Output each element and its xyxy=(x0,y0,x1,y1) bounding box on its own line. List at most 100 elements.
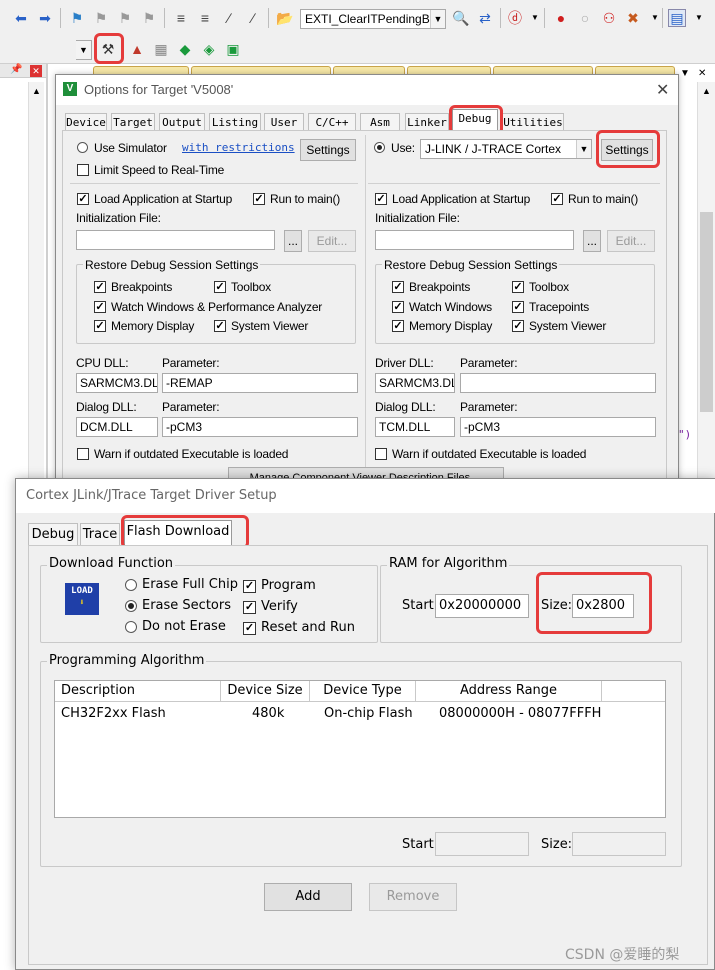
column-device-size[interactable]: Device Size xyxy=(221,681,310,701)
tab-cc[interactable]: C/C++ xyxy=(308,113,356,131)
add-button[interactable]: Add xyxy=(264,883,352,911)
erase-sectors-radio[interactable] xyxy=(125,600,137,612)
table-row[interactable]: CH32F2xx Flash 480k On-chip Flash 080000… xyxy=(55,703,665,723)
column-description[interactable]: Description xyxy=(55,681,221,701)
forward-arrow-icon[interactable]: ➡ xyxy=(36,9,54,27)
algo-start-input[interactable] xyxy=(435,832,529,856)
driver-dll-input[interactable]: SARMCM3.DLL xyxy=(375,373,455,393)
indent-icon[interactable]: ≡ xyxy=(172,9,190,27)
init-file-input[interactable] xyxy=(76,230,275,250)
find-icon[interactable]: 🔍 xyxy=(452,9,470,27)
with-restrictions-link[interactable]: with restrictions xyxy=(182,141,295,154)
init-file-input-right[interactable] xyxy=(375,230,574,250)
reset-and-run-checkbox[interactable]: ✓ xyxy=(243,622,256,635)
browse-button[interactable]: ... xyxy=(284,230,302,252)
tab-utilities[interactable]: Utilities xyxy=(502,113,564,131)
edit-button-right[interactable]: Edit... xyxy=(607,230,655,252)
tab-target[interactable]: Target xyxy=(111,113,155,131)
do-not-erase-radio[interactable] xyxy=(125,621,137,633)
find-in-files-icon[interactable]: ⇄ xyxy=(476,9,494,27)
project-scrollbar[interactable]: ▲ xyxy=(28,82,44,482)
manage-project-icon[interactable]: ▲ xyxy=(128,40,146,58)
use-driver-radio[interactable] xyxy=(374,142,385,153)
tab-jlink-debug[interactable]: Debug xyxy=(28,523,78,545)
dialog-dll-input[interactable]: DCM.DLL xyxy=(76,417,158,437)
column-device-type[interactable]: Device Type xyxy=(310,681,416,701)
algo-size-input[interactable] xyxy=(572,832,666,856)
tracepoints-checkbox[interactable]: ✓ xyxy=(512,301,524,313)
run-to-main-checkbox[interactable]: ✓ xyxy=(253,193,265,205)
toolbox-checkbox-right[interactable]: ✓ xyxy=(512,281,524,293)
pin-icon[interactable]: 📌 xyxy=(10,64,22,75)
debug-driver-select[interactable]: J-LINK / J-TRACE Cortex ▼ xyxy=(420,139,592,159)
driver-param-input[interactable] xyxy=(460,373,656,393)
breakpoints-checkbox[interactable]: ✓ xyxy=(94,281,106,293)
window-icon[interactable]: ▤ xyxy=(668,9,686,27)
breakpoints-checkbox-right[interactable]: ✓ xyxy=(392,281,404,293)
use-simulator-radio[interactable] xyxy=(77,142,88,153)
watch-windows-checkbox-right[interactable]: ✓ xyxy=(392,301,404,313)
bookmark-clear-icon[interactable]: ⚑ xyxy=(140,9,158,27)
browse-button-right[interactable]: ... xyxy=(583,230,601,252)
tab-user[interactable]: User xyxy=(264,113,304,131)
bookmark-next-icon[interactable]: ⚑ xyxy=(116,9,134,27)
scroll-up-icon[interactable]: ▲ xyxy=(702,86,711,96)
close-icon[interactable]: ✕ xyxy=(698,68,706,79)
watch-windows-checkbox[interactable]: ✓ xyxy=(94,301,106,313)
back-arrow-icon[interactable]: ⬅ xyxy=(12,9,30,27)
program-checkbox[interactable]: ✓ xyxy=(243,580,256,593)
cpu-param-input[interactable]: -REMAP xyxy=(162,373,358,393)
system-viewer-checkbox[interactable]: ✓ xyxy=(214,320,226,332)
select-packs-icon[interactable]: ▣ xyxy=(224,40,242,58)
chevron-down-icon[interactable]: ▼ xyxy=(690,9,708,27)
tab-listing[interactable]: Listing xyxy=(209,113,261,131)
dialog-param-input-right[interactable]: -pCM3 xyxy=(460,417,656,437)
warn-outdated-checkbox-right[interactable] xyxy=(375,448,387,460)
erase-full-chip-radio[interactable] xyxy=(125,579,137,591)
scroll-up-icon[interactable]: ▲ xyxy=(32,86,41,96)
target-function-combo[interactable]: EXTI_ClearITPendingBit ▼ xyxy=(300,9,446,29)
memory-display-checkbox[interactable]: ✓ xyxy=(94,320,106,332)
run-to-main-checkbox-right[interactable]: ✓ xyxy=(551,193,563,205)
editor-scrollbar[interactable]: ▲ xyxy=(697,82,715,482)
tab-linker[interactable]: Linker xyxy=(405,113,449,131)
toolbox-checkbox[interactable]: ✓ xyxy=(214,281,226,293)
tab-asm[interactable]: Asm xyxy=(360,113,400,131)
chevron-down-icon[interactable]: ▼ xyxy=(526,9,544,27)
edit-button[interactable]: Edit... xyxy=(308,230,356,252)
close-icon[interactable]: ✕ xyxy=(656,80,669,100)
kill-breakpoints-icon[interactable]: ✖ xyxy=(624,9,642,27)
debug-icon[interactable]: ⓓ xyxy=(506,9,524,27)
close-icon[interactable]: ✕ xyxy=(30,65,42,77)
warn-outdated-checkbox[interactable] xyxy=(77,448,89,460)
dialog-dll-input-right[interactable]: TCM.DLL xyxy=(375,417,455,437)
verify-checkbox[interactable]: ✓ xyxy=(243,601,256,614)
load-app-checkbox-right[interactable]: ✓ xyxy=(375,193,387,205)
outdent-icon[interactable]: ≡ xyxy=(196,9,214,27)
breakpoint-empty-icon[interactable]: ○ xyxy=(576,9,594,27)
multi-project-icon[interactable]: ▦ xyxy=(152,40,170,58)
pack-installer-icon[interactable]: ◆ xyxy=(176,40,194,58)
ram-start-input[interactable]: 0x20000000 xyxy=(435,594,529,618)
limit-speed-checkbox[interactable] xyxy=(77,164,89,176)
system-viewer-checkbox-right[interactable]: ✓ xyxy=(512,320,524,332)
cpu-dll-input[interactable]: SARMCM3.DLL xyxy=(76,373,158,393)
column-address-range[interactable]: Address Range xyxy=(416,681,602,701)
remove-button[interactable]: Remove xyxy=(369,883,457,911)
open-file-icon[interactable]: 📂 xyxy=(276,9,294,27)
load-app-checkbox[interactable]: ✓ xyxy=(77,193,89,205)
scroll-thumb[interactable] xyxy=(700,212,713,412)
tab-output[interactable]: Output xyxy=(159,113,205,131)
uncomment-icon[interactable]: ∕ xyxy=(244,9,262,27)
breakpoint-disable-icon[interactable]: ⚇ xyxy=(600,9,618,27)
breakpoint-icon[interactable]: ● xyxy=(552,9,570,27)
memory-display-checkbox-right[interactable]: ✓ xyxy=(392,320,404,332)
dialog-param-input[interactable]: -pCM3 xyxy=(162,417,358,437)
toolbar-dropdown[interactable]: ▼ xyxy=(76,40,92,60)
simulator-settings-button[interactable]: Settings xyxy=(300,139,356,161)
run-time-env-icon[interactable]: ◈ xyxy=(200,40,218,58)
comment-icon[interactable]: ∕ xyxy=(220,9,238,27)
tab-device[interactable]: Device xyxy=(65,113,107,131)
tab-trace[interactable]: Trace xyxy=(80,523,120,545)
bookmark-icon[interactable]: ⚑ xyxy=(68,9,86,27)
